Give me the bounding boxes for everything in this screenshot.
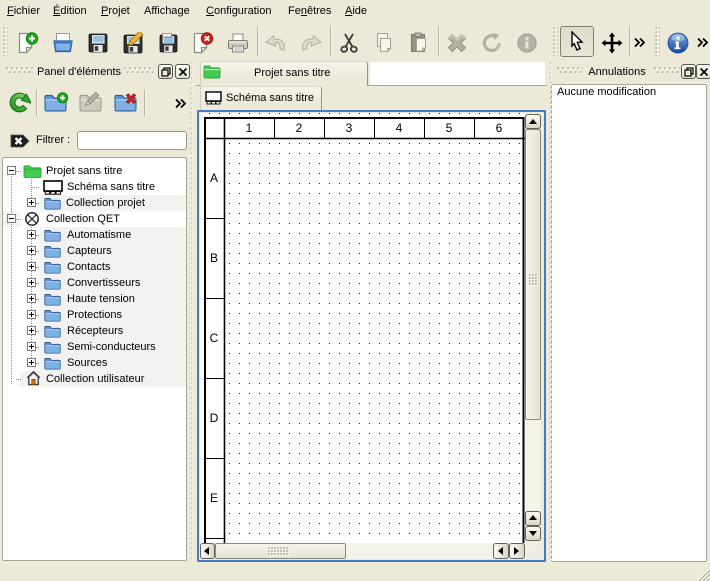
svg-text:B: B xyxy=(210,251,218,265)
svg-text:5: 5 xyxy=(446,121,453,135)
svg-text:1: 1 xyxy=(246,121,253,135)
svg-text:C: C xyxy=(210,331,219,345)
svg-text:D: D xyxy=(210,411,219,425)
svg-text:4: 4 xyxy=(396,121,403,135)
svg-text:A: A xyxy=(210,171,218,185)
svg-text:3: 3 xyxy=(346,121,353,135)
svg-text:6: 6 xyxy=(496,121,503,135)
svg-text:E: E xyxy=(210,491,218,505)
svg-text:2: 2 xyxy=(296,121,303,135)
